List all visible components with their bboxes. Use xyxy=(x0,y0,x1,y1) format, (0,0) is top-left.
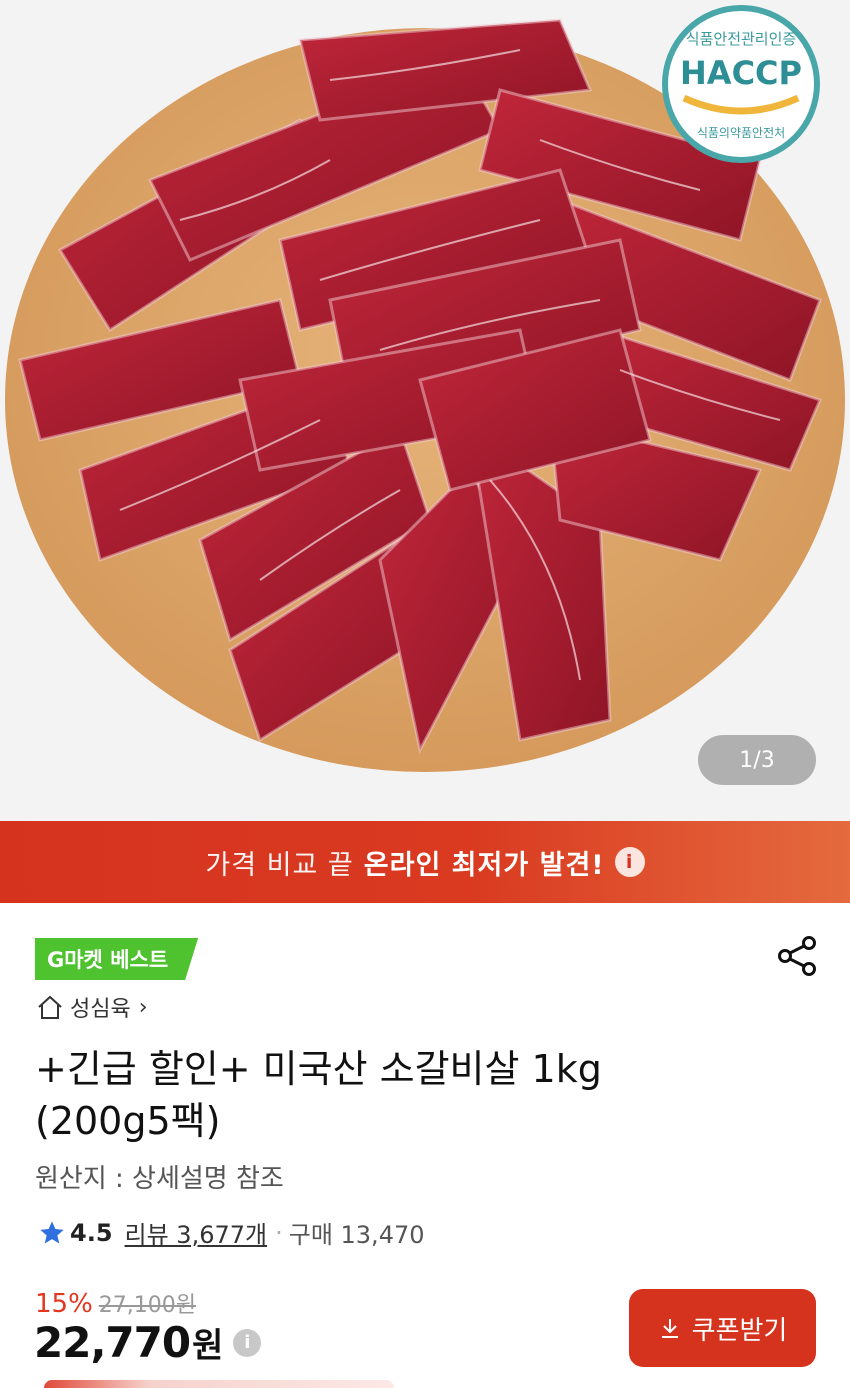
purchase-count: 구매 13,470 xyxy=(288,1221,425,1249)
banner-light-text: 가격 비교 끝 xyxy=(205,849,354,881)
origin-info: 원산지 : 상세설명 참조 xyxy=(35,1164,284,1194)
discount-rate: 15% xyxy=(35,1289,93,1319)
haccp-top-text: 식품안전관리인증 xyxy=(685,30,797,48)
info-icon[interactable]: i xyxy=(614,847,645,877)
product-title: +긴급 할인+ 미국산 소갈비살 1kg (200g5팩) xyxy=(35,1047,602,1143)
star-icon xyxy=(40,1220,64,1243)
haccp-main-text: HACCP xyxy=(680,54,802,92)
price-info-icon[interactable]: i xyxy=(233,1328,262,1357)
rating-score: 4.5 xyxy=(70,1218,113,1247)
original-price: 27,100원 xyxy=(98,1293,197,1318)
lowest-price-banner[interactable]: 가격 비교 끝 온라인 최저가 발견! i xyxy=(0,821,850,903)
banner-strong-text: 온라인 최저가 발견! xyxy=(363,849,605,881)
product-image[interactable]: 식품안전관리인증 HACCP 식품의약품안전처 1/3 xyxy=(0,0,850,821)
image-counter: 1/3 xyxy=(698,735,816,785)
gmarket-best-badge: G마켓 베스트 xyxy=(35,938,199,980)
coupon-download-button[interactable]: 쿠폰받기 xyxy=(629,1289,816,1367)
price-row: 22,770 원 i xyxy=(34,1318,262,1367)
sale-price: 22,770 xyxy=(34,1318,191,1367)
bottom-strip xyxy=(44,1380,394,1388)
share-icon[interactable] xyxy=(775,934,819,978)
coupon-label: 쿠폰받기 xyxy=(691,1314,788,1345)
store-link[interactable]: 성심육 › xyxy=(36,991,148,1023)
price-unit: 원 xyxy=(192,1326,224,1366)
review-count-link[interactable]: 리뷰 3,677개 xyxy=(125,1215,268,1250)
chevron-right-icon: › xyxy=(138,994,148,1020)
store-name: 성심육 xyxy=(70,997,131,1022)
rating-row: 4.5 리뷰 3,677개 · 구매 13,470 xyxy=(38,1215,425,1250)
separator-dot: · xyxy=(275,1218,283,1247)
home-icon xyxy=(38,995,62,1019)
haccp-bottom-text: 식품의약품안전처 xyxy=(696,126,786,140)
discount-row: 15% 27,100원 xyxy=(35,1287,196,1319)
download-icon xyxy=(661,1319,678,1338)
